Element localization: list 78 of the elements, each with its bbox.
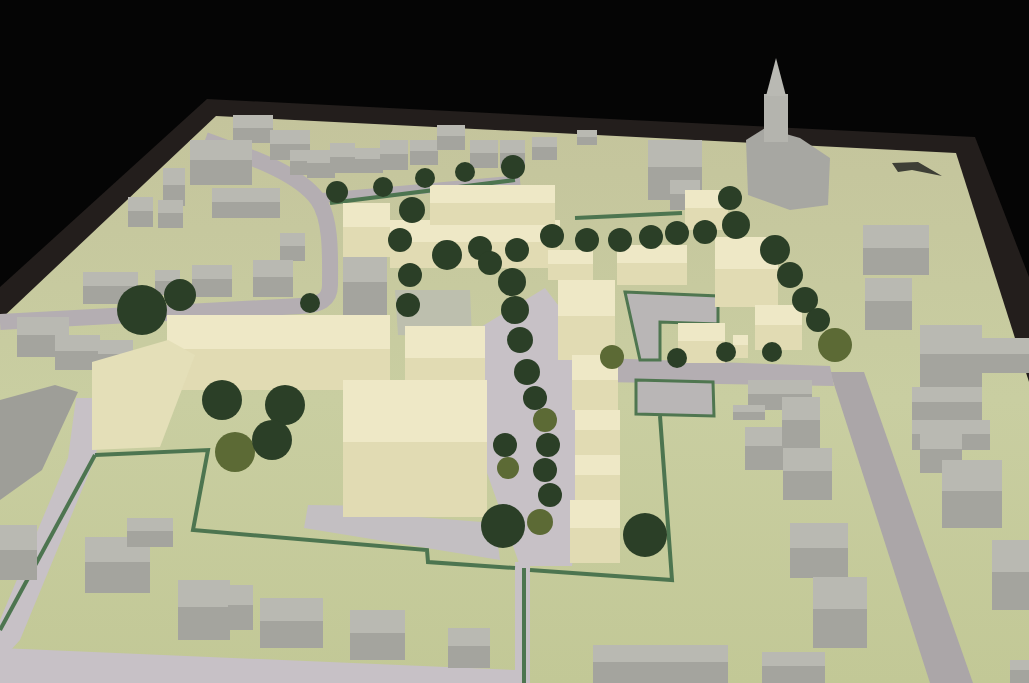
tree: [608, 228, 632, 252]
house: [745, 427, 785, 470]
house: [532, 137, 557, 160]
tree: [716, 342, 736, 362]
house: [350, 610, 405, 660]
tree: [514, 359, 540, 385]
tree: [481, 504, 525, 548]
tree: [215, 432, 255, 472]
house: [865, 278, 912, 330]
tree: [388, 228, 412, 252]
tree: [399, 197, 425, 223]
tree: [575, 228, 599, 252]
house: [783, 448, 832, 500]
house: [212, 188, 280, 218]
tree: [326, 181, 348, 203]
apartment-block: [575, 455, 620, 500]
tree: [497, 457, 519, 479]
house: [448, 628, 490, 668]
tree: [667, 348, 687, 368]
tree: [665, 221, 689, 245]
tree: [498, 268, 526, 296]
tree: [432, 240, 462, 270]
house: [55, 335, 100, 370]
tree: [806, 308, 830, 332]
tree: [792, 287, 818, 313]
tree: [718, 186, 742, 210]
tree: [536, 433, 560, 457]
tree: [398, 263, 422, 287]
tree: [455, 162, 475, 182]
tree: [507, 327, 533, 353]
tree: [693, 220, 717, 244]
tree: [639, 225, 663, 249]
tree: [493, 433, 517, 457]
tree: [760, 235, 790, 265]
tree: [533, 408, 557, 432]
tree: [300, 293, 320, 313]
tree: [396, 293, 420, 317]
house: [762, 652, 825, 683]
house: [1010, 660, 1029, 683]
arrow-icon: [892, 162, 942, 176]
tree: [373, 177, 393, 197]
tree: [252, 420, 292, 460]
tree: [722, 211, 750, 239]
tree: [600, 345, 624, 369]
tree: [533, 458, 557, 482]
house: [410, 140, 438, 165]
tree: [505, 238, 529, 262]
tree: [501, 155, 525, 179]
tree: [762, 342, 782, 362]
apartment-block: [617, 245, 687, 285]
tree: [538, 483, 562, 507]
house: [863, 225, 929, 275]
house: [992, 540, 1029, 610]
apartment-block: [575, 410, 620, 455]
tree: [777, 262, 803, 288]
tree: [527, 509, 553, 535]
house: [437, 125, 465, 150]
tree: [415, 168, 435, 188]
tree: [265, 385, 305, 425]
tree: [540, 224, 564, 248]
house: [158, 200, 183, 228]
house: [380, 140, 408, 170]
house: [577, 130, 597, 145]
tree: [202, 380, 242, 420]
apartment-block: [570, 500, 620, 563]
house: [0, 525, 37, 580]
tree: [501, 296, 529, 324]
tree: [818, 328, 852, 362]
apartment-block: [733, 335, 748, 358]
tree: [523, 386, 547, 410]
tree: [623, 513, 667, 557]
house: [470, 140, 498, 168]
house: [192, 265, 232, 297]
house: [790, 523, 848, 578]
house: [260, 598, 323, 648]
tree: [478, 251, 502, 275]
house: [813, 577, 867, 648]
house: [128, 197, 153, 227]
